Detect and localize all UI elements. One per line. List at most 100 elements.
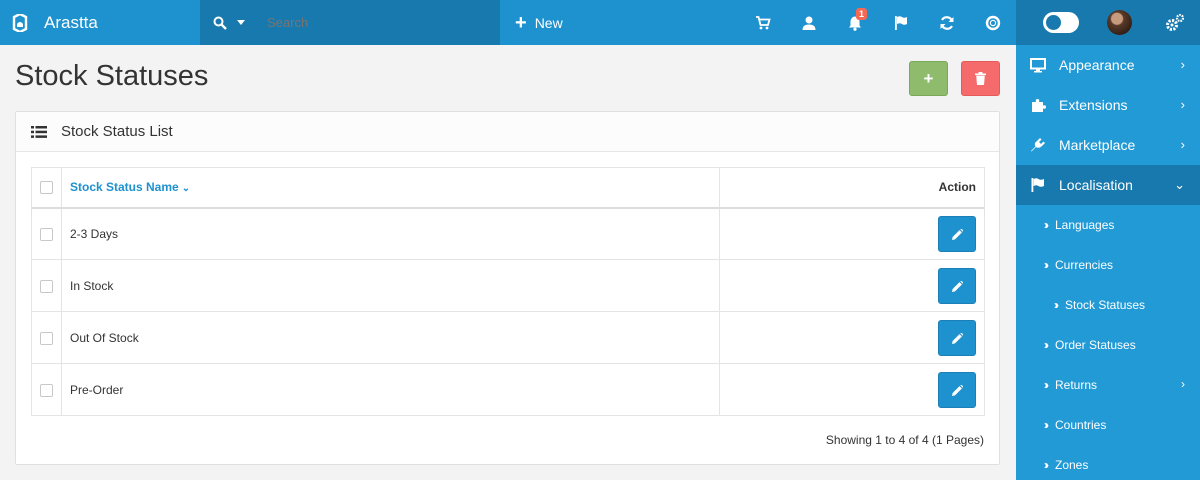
- panel-heading: Stock Status List: [16, 112, 999, 152]
- row-name: 2-3 Days: [61, 207, 720, 260]
- row-checkbox[interactable]: [40, 227, 53, 241]
- table-row: Out Of Stock: [31, 311, 985, 364]
- flag-icon[interactable]: [878, 0, 924, 45]
- sidebar-subitem-label: Countries: [1055, 418, 1107, 432]
- search-scope-caret-icon[interactable]: [237, 20, 245, 25]
- pagination-summary: Showing 1 to 4 of 4 (1 Pages): [825, 433, 984, 447]
- sidebar-subitem-label: Order Statuses: [1055, 338, 1136, 352]
- chevron-right-icon: ›: [1181, 377, 1185, 391]
- edit-button[interactable]: [938, 319, 976, 356]
- double-chevron-icon: ››: [1044, 258, 1049, 272]
- top-icon-bar: 1: [740, 0, 1016, 45]
- chevron-right-icon: ›: [1180, 57, 1185, 72]
- theme-toggle[interactable]: [1043, 12, 1079, 33]
- sidebar-item-label: Extensions: [1059, 97, 1128, 113]
- row-select-cell: [31, 259, 62, 312]
- top-right-tools: [1016, 0, 1200, 45]
- refresh-icon[interactable]: [924, 0, 970, 45]
- delete-button[interactable]: [961, 61, 1000, 96]
- help-lifebuoy-icon[interactable]: [970, 0, 1016, 45]
- row-name: Pre-Order: [61, 363, 720, 416]
- row-name: Out Of Stock: [61, 311, 720, 364]
- table-row: 2-3 Days: [31, 207, 985, 260]
- pencil-icon: [952, 228, 963, 240]
- row-action-cell: [719, 311, 985, 364]
- plus-icon: +: [923, 68, 934, 88]
- stock-status-panel: Stock Status List Stock Status Name ⌄ Act…: [15, 111, 1000, 465]
- name-column-label: Stock Status Name: [70, 180, 179, 195]
- list-icon: [31, 125, 47, 138]
- sidebar-subitem-zones[interactable]: ›› Zones: [1016, 445, 1200, 480]
- sidebar-item-marketplace[interactable]: Marketplace ›: [1016, 125, 1200, 165]
- row-checkbox[interactable]: [40, 331, 53, 345]
- double-chevron-icon: ››: [1044, 378, 1049, 392]
- sidebar-item-extensions[interactable]: Extensions ›: [1016, 85, 1200, 125]
- sidebar-subitem-languages[interactable]: ›› Languages: [1016, 205, 1200, 245]
- arastta-logo-icon: [12, 13, 28, 32]
- brand[interactable]: Arastta: [0, 0, 200, 45]
- trash-icon: [975, 72, 986, 85]
- avatar[interactable]: [1107, 10, 1132, 35]
- sidebar-item-label: Marketplace: [1059, 137, 1136, 153]
- new-button[interactable]: + New: [515, 0, 563, 45]
- row-action-cell: [719, 259, 985, 312]
- pencil-icon: [952, 332, 963, 344]
- sidebar-item-localisation[interactable]: Localisation ⌄: [1016, 165, 1200, 205]
- cart-icon[interactable]: [740, 0, 786, 45]
- flag-icon: [1031, 178, 1044, 192]
- row-checkbox[interactable]: [40, 383, 53, 397]
- row-checkbox[interactable]: [40, 279, 53, 293]
- add-button[interactable]: +: [909, 61, 948, 96]
- chevron-right-icon: ›: [1180, 97, 1185, 112]
- sort-by-name-header[interactable]: Stock Status Name ⌄: [61, 167, 720, 209]
- settings-gears-icon[interactable]: [1165, 13, 1185, 33]
- search-input[interactable]: [267, 15, 467, 30]
- sort-chevron-down-icon: ⌄: [181, 183, 191, 195]
- pencil-icon: [952, 384, 963, 396]
- sidebar-item-label: Appearance: [1059, 57, 1135, 73]
- sidebar-subitem-returns[interactable]: ›› Returns ›: [1016, 365, 1200, 405]
- edit-button[interactable]: [938, 371, 976, 408]
- monitor-icon: [1030, 58, 1046, 73]
- sidebar-item-label: Localisation: [1059, 177, 1133, 193]
- chevron-down-icon: ⌄: [1174, 177, 1185, 192]
- row-action-cell: [719, 207, 985, 260]
- new-button-label: New: [534, 14, 563, 31]
- sidebar-subitem-label: Zones: [1055, 458, 1089, 472]
- sidebar-subitem-countries[interactable]: ›› Countries: [1016, 405, 1200, 445]
- row-action-cell: [719, 363, 985, 416]
- search-bar: [200, 0, 500, 45]
- notifications-bell-icon[interactable]: 1: [832, 0, 878, 45]
- plug-icon: [1031, 138, 1045, 152]
- sidebar-subitem-stock-statuses[interactable]: ›› Stock Statuses: [1016, 285, 1200, 325]
- sidebar: Appearance › Extensions › Marketplace › …: [1016, 45, 1200, 480]
- row-name: In Stock: [61, 259, 720, 312]
- sidebar-subitem-label: Currencies: [1055, 258, 1114, 272]
- plus-icon: +: [515, 11, 527, 34]
- sidebar-subitem-order-statuses[interactable]: ›› Order Statuses: [1016, 325, 1200, 365]
- action-column-header: Action: [719, 167, 985, 209]
- brand-name: Arastta: [44, 12, 98, 32]
- page-title: Stock Statuses: [15, 60, 209, 92]
- sidebar-item-appearance[interactable]: Appearance ›: [1016, 45, 1200, 85]
- sidebar-subitem-label: Returns: [1055, 378, 1098, 392]
- search-icon[interactable]: [213, 16, 227, 30]
- edit-button[interactable]: [938, 215, 976, 252]
- edit-button[interactable]: [938, 267, 976, 304]
- select-all-checkbox[interactable]: [40, 181, 53, 195]
- stock-status-table: Stock Status Name ⌄ Action 2-3 Days In St…: [31, 167, 985, 416]
- user-icon[interactable]: [786, 0, 832, 45]
- double-chevron-icon: ››: [1044, 218, 1049, 232]
- row-select-cell: [31, 311, 62, 364]
- sidebar-subitem-currencies[interactable]: ›› Currencies: [1016, 245, 1200, 285]
- toggle-knob: [1046, 15, 1061, 30]
- double-chevron-icon: ››: [1054, 298, 1059, 312]
- panel-title: Stock Status List: [61, 123, 173, 140]
- row-select-cell: [31, 363, 62, 416]
- sidebar-subitem-label: Languages: [1055, 218, 1115, 232]
- select-all-cell: [31, 167, 62, 209]
- table-row: In Stock: [31, 259, 985, 312]
- row-select-cell: [31, 207, 62, 260]
- table-header-row: Stock Status Name ⌄ Action: [31, 167, 985, 209]
- pencil-icon: [952, 280, 963, 292]
